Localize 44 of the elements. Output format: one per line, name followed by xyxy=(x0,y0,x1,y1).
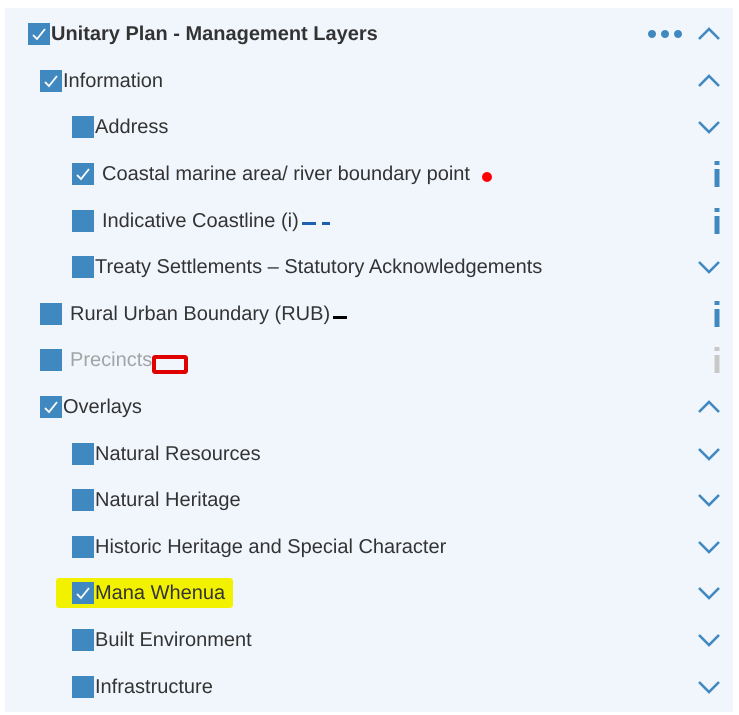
layer-label: Rural Urban Boundary (RUB) xyxy=(70,302,330,326)
info-icon[interactable] xyxy=(713,300,721,327)
layer-label: Overlays xyxy=(63,395,142,420)
expand-chevron-icon[interactable] xyxy=(697,633,721,648)
layer-label: Precincts xyxy=(70,348,152,372)
checkbox[interactable] xyxy=(72,536,94,558)
info-icon[interactable] xyxy=(713,208,721,234)
expand-chevron-icon[interactable] xyxy=(697,540,721,554)
layer-label: Treaty Settlements – Statutory Acknowledgements xyxy=(95,255,542,280)
more-options-icon[interactable] xyxy=(647,29,683,40)
checkbox[interactable] xyxy=(72,442,94,465)
checkbox[interactable] xyxy=(72,676,94,698)
expand-chevron-icon[interactable] xyxy=(697,586,721,600)
layer-label: Coastal marine area/ river boundary point xyxy=(102,162,470,186)
checkbox[interactable] xyxy=(40,302,62,325)
layer-label: Unitary Plan - Management Layers xyxy=(51,22,378,46)
expand-chevron-icon[interactable] xyxy=(697,446,721,461)
layer-label: Mana Whenua xyxy=(95,581,226,606)
info-icon[interactable] xyxy=(713,161,721,188)
checkbox[interactable] xyxy=(72,116,94,138)
checkbox[interactable] xyxy=(72,489,94,512)
layer-label: Built Environment xyxy=(95,628,252,652)
expand-chevron-icon[interactable] xyxy=(697,120,721,134)
layer-label: Historic Heritage and Special Character xyxy=(95,534,446,559)
expand-chevron-icon[interactable] xyxy=(697,260,721,274)
collapse-chevron-icon[interactable] xyxy=(697,400,721,414)
layer-label: Indicative Coastline (i) xyxy=(102,208,299,233)
layer-label: Natural Heritage xyxy=(95,488,241,512)
expand-chevron-icon[interactable] xyxy=(697,680,721,694)
checkbox[interactable] xyxy=(40,396,62,418)
expand-chevron-icon[interactable] xyxy=(697,493,721,508)
checkbox[interactable] xyxy=(72,582,94,604)
checkbox[interactable] xyxy=(72,163,94,186)
layer-label: Information xyxy=(63,68,164,93)
layer-label: Infrastructure xyxy=(95,674,213,699)
collapse-chevron-icon[interactable] xyxy=(697,27,721,42)
collapse-chevron-icon[interactable] xyxy=(697,74,721,88)
checkbox[interactable] xyxy=(72,629,94,652)
layer-label: Natural Resources xyxy=(95,442,261,466)
checkbox[interactable] xyxy=(28,23,50,46)
checkbox[interactable] xyxy=(40,70,62,92)
checkbox[interactable] xyxy=(72,210,94,232)
layer-label: Address xyxy=(95,115,168,140)
checkbox[interactable] xyxy=(72,256,94,278)
